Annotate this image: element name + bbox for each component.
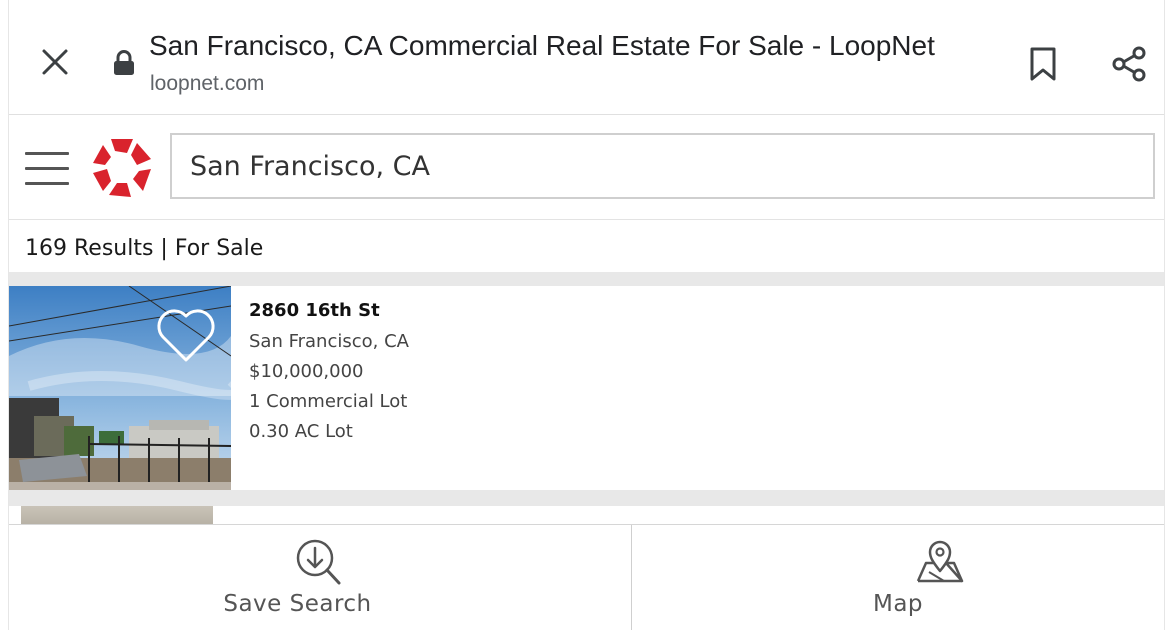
menu-line [25, 182, 69, 185]
save-search-label: Save Search [223, 591, 372, 617]
app-frame: San Francisco, CA Commercial Real Estate… [0, 0, 1165, 630]
listing-price: $10,000,000 [249, 361, 364, 382]
share-icon [1112, 46, 1146, 82]
results-bar: 169 Results | For Sale [9, 220, 1164, 272]
save-search-button[interactable]: Save Search [9, 525, 586, 630]
hamburger-menu-button[interactable] [25, 147, 71, 187]
bottom-action-bar: Save Search Map [9, 524, 1164, 630]
lock-icon [114, 50, 134, 75]
map-label: Map [872, 591, 924, 617]
listing-city: San Francisco, CA [249, 331, 409, 352]
close-button[interactable] [37, 44, 73, 80]
menu-line [25, 152, 69, 155]
loopnet-logo[interactable] [91, 137, 153, 199]
map-button[interactable]: Map [632, 525, 1164, 630]
page-title: San Francisco, CA Commercial Real Estate… [149, 30, 935, 61]
listing-info: 2860 16th St San Francisco, CA $10,000,0… [249, 300, 409, 451]
page-url: loopnet.com [150, 72, 265, 95]
save-search-icon [296, 539, 341, 585]
map-icon [916, 540, 964, 583]
results-count: 169 Results | For Sale [25, 236, 264, 261]
close-icon [42, 49, 68, 75]
listing-address[interactable]: 2860 16th St [249, 300, 409, 321]
listing-photo-next[interactable] [21, 506, 213, 524]
listing-photo[interactable] [9, 286, 231, 490]
browser-toolbar: San Francisco, CA Commercial Real Estate… [9, 0, 1164, 115]
bookmark-button[interactable] [1023, 42, 1063, 86]
search-input[interactable] [190, 135, 1130, 197]
share-button[interactable] [1107, 42, 1151, 86]
search-box[interactable] [170, 133, 1155, 199]
listing-card[interactable]: 2860 16th St San Francisco, CA $10,000,0… [9, 286, 1164, 490]
bookmark-icon [1030, 47, 1056, 81]
site-header [9, 115, 1164, 220]
listing-card-next[interactable] [9, 506, 1164, 524]
menu-line [25, 167, 69, 170]
listing-type: 1 Commercial Lot [249, 391, 408, 412]
favorite-heart-icon[interactable] [155, 306, 217, 364]
listing-size: 0.30 AC Lot [249, 421, 353, 442]
